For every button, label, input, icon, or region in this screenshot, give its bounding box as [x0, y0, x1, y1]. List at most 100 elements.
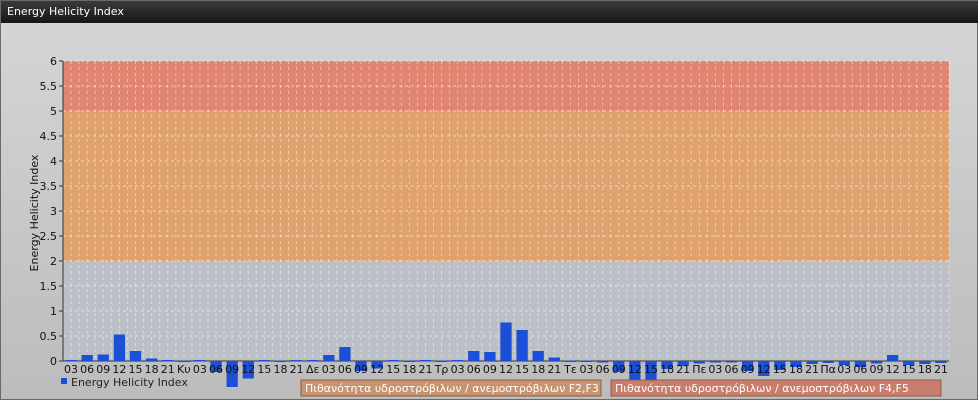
y-tick-label-5: 2.5: [40, 230, 58, 243]
x-tick-label-33: 06: [596, 363, 610, 376]
x-tick-label-16: 03: [322, 363, 336, 376]
bar-7: [178, 360, 190, 362]
y-tick-label-10: 5: [50, 105, 57, 118]
bar-27: [500, 322, 512, 361]
y-tick-label-6: 3: [50, 205, 57, 218]
x-tick-label-9: 06: [209, 363, 223, 376]
x-tick-label-21: 18: [402, 363, 416, 376]
bar-14: [290, 360, 303, 362]
bar-20: [387, 360, 399, 362]
x-tick-label-54: 21: [934, 363, 948, 376]
bar-0: [65, 360, 77, 362]
y-tick-label-4: 2: [50, 255, 57, 268]
x-tick-label-5: 18: [145, 363, 159, 376]
y-tick-label-12: 6: [50, 55, 57, 68]
x-tick-label-24: 03: [451, 363, 465, 376]
x-tick-label-29: 18: [531, 363, 545, 376]
bar-4: [129, 351, 142, 361]
x-tick-label-30: 21: [547, 363, 561, 376]
x-tick-label-28: 15: [515, 363, 529, 376]
y-tick-label-7: 3.5: [40, 180, 58, 193]
y-tick-label-9: 4.5: [40, 130, 58, 143]
bar-13: [274, 360, 287, 362]
y-tick-label-1: 0.5: [40, 330, 58, 343]
x-tick-label-53: 18: [918, 363, 932, 376]
y-axis-label: Energy Helicity Index: [28, 154, 41, 271]
x-tick-label-10: 09: [225, 363, 239, 376]
bar-12: [258, 360, 271, 362]
x-tick-label-3: 12: [112, 363, 126, 376]
bar-51: [886, 355, 899, 361]
x-tick-label-45: 18: [789, 363, 803, 376]
bar-25: [468, 351, 480, 361]
legend-label[interactable]: Energy Helicity Index: [71, 376, 188, 389]
x-tick-label-19: 12: [370, 363, 384, 376]
x-tick-label-42: 09: [741, 363, 755, 376]
x-tick-label-36: 15: [644, 363, 658, 376]
bar-15: [307, 360, 319, 362]
bar-22: [419, 360, 432, 362]
x-tick-label-44: 15: [773, 363, 787, 376]
x-tick-label-11: 12: [241, 363, 255, 376]
x-tick-label-39: Πε: [692, 363, 706, 376]
x-tick-label-43: 12: [757, 363, 771, 376]
band-label-2: Πιθανότητα υδροστρόβιλων / ανεμοστρόβιλω…: [615, 382, 909, 395]
x-tick-label-49: 06: [853, 363, 867, 376]
bar-16: [323, 355, 335, 361]
x-tick-label-46: 21: [805, 363, 819, 376]
x-tick-label-7: Κυ: [177, 363, 191, 376]
bar-3: [113, 334, 126, 361]
x-tick-label-20: 15: [386, 363, 400, 376]
bar-17: [339, 347, 351, 361]
x-tick-label-48: 03: [837, 363, 851, 376]
bar-26: [484, 352, 496, 361]
x-tick-label-35: 12: [628, 363, 642, 376]
bar-32: [580, 360, 593, 362]
x-tick-label-17: 06: [338, 363, 352, 376]
helicity-chart: 0 0.5 1 1.5 2 2.5 3 3.5 4 4.5 5 5.5 6 Energy Helicity…: [28, 55, 950, 397]
bar-29: [532, 351, 544, 361]
bar-6: [162, 360, 174, 362]
bar-8: [194, 360, 206, 362]
bar-28: [516, 330, 528, 361]
bar-21: [403, 360, 415, 362]
x-tick-label-22: 21: [418, 363, 432, 376]
legend-swatch[interactable]: [61, 378, 67, 384]
x-tick-label-14: 21: [290, 363, 304, 376]
x-tick-label-18: 09: [354, 363, 368, 376]
y-tick-label-0: 0: [50, 355, 57, 368]
x-tick-label-32: 03: [580, 363, 594, 376]
y-tick-label-2: 1: [50, 305, 57, 318]
bar-2: [97, 354, 109, 361]
x-tick-label-52: 15: [902, 363, 916, 376]
x-tick-label-8: 03: [193, 363, 207, 376]
bar-5: [145, 358, 158, 361]
x-tick-label-0: 03: [64, 363, 78, 376]
band-label-1: Πιθανότητα υδροστρόβιλων / ανεμοστρόβιλω…: [305, 382, 599, 395]
x-tick-label-38: 21: [676, 363, 690, 376]
x-tick-label-50: 09: [870, 363, 884, 376]
x-tick-label-15: Δε: [306, 363, 320, 376]
bar-23: [435, 360, 448, 362]
x-tick-label-12: 15: [257, 363, 271, 376]
bar-1: [81, 355, 93, 361]
x-tick-label-47: Πα: [820, 363, 836, 376]
x-tick-label-37: 18: [660, 363, 674, 376]
bar-24: [452, 360, 464, 362]
x-tick-label-2: 09: [96, 363, 110, 376]
x-tick-label-23: Τρ: [434, 363, 449, 376]
x-tick-label-27: 12: [499, 363, 513, 376]
x-tick-label-34: 09: [612, 363, 626, 376]
y-tick-label-3: 1.5: [40, 280, 58, 293]
bar-30: [548, 357, 560, 361]
x-tick-label-4: 15: [128, 363, 142, 376]
bar-31: [564, 360, 577, 362]
x-tick-label-13: 18: [273, 363, 287, 376]
x-tick-label-1: 06: [80, 363, 94, 376]
x-tick-label-26: 09: [483, 363, 497, 376]
x-tick-label-25: 06: [467, 363, 481, 376]
x-tick-label-40: 03: [708, 363, 722, 376]
chart-window: Energy Helicity Index 0 0.5 1 1.5 2 2.5 3 3.5 4 4…: [0, 0, 978, 400]
y-tick-label-11: 5.5: [40, 80, 58, 93]
x-tick-label-51: 12: [886, 363, 900, 376]
